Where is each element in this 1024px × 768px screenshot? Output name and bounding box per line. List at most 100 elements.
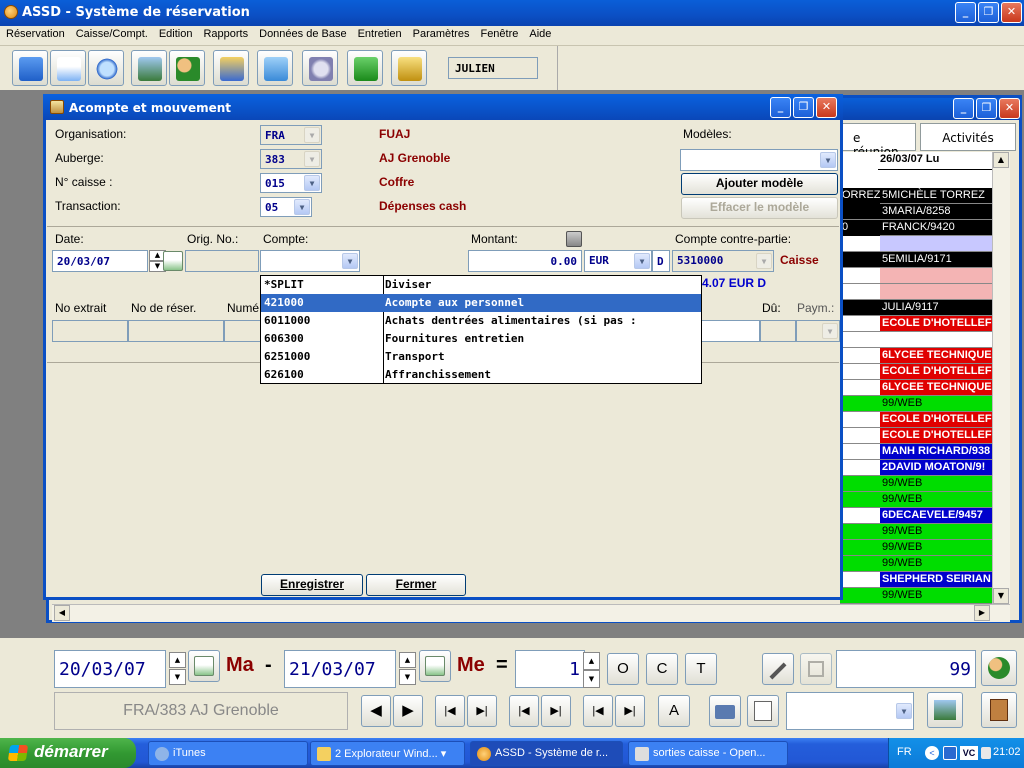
grid-booking-cell[interactable]: 99/WEB: [880, 524, 992, 540]
dropdown-option[interactable]: 606300 Fournitures entretien: [261, 330, 701, 348]
grid-left-cell[interactable]: [840, 236, 880, 252]
tab-reunion[interactable]: e réunion: [842, 123, 916, 159]
scroll-up-arrow[interactable]: ▲: [993, 152, 1009, 168]
date-from-spin-up[interactable]: ▲: [169, 652, 186, 668]
grid-booking-cell[interactable]: [880, 332, 992, 348]
building-button[interactable]: [927, 692, 963, 728]
menu-fenetre[interactable]: Fenêtre: [474, 26, 523, 40]
grid-booking-cell[interactable]: 99/WEB: [880, 492, 992, 508]
compte-combo[interactable]: ▼: [260, 250, 360, 272]
grid-booking-cell[interactable]: 99/WEB: [880, 476, 992, 492]
dropdown-option[interactable]: 6251000 Transport: [261, 348, 701, 366]
dropdown-option[interactable]: 626100 Affranchissement: [261, 366, 701, 384]
date-from-spin-down[interactable]: ▼: [169, 669, 186, 685]
chevron-down-icon[interactable]: ▼: [820, 152, 836, 168]
grid-booking-cell[interactable]: 99/WEB: [880, 396, 992, 412]
grid-booking-cell[interactable]: 6LYCEE TECHNIQUE: [880, 380, 992, 396]
last-h-button[interactable]: ▶|: [467, 695, 497, 727]
grid-left-cell[interactable]: [840, 412, 880, 428]
montant-input[interactable]: 0.00: [468, 250, 582, 272]
grid-left-cell[interactable]: [840, 572, 880, 588]
toolbar-key-button[interactable]: [391, 50, 427, 86]
grid-left-cell[interactable]: [840, 364, 880, 380]
toolbar-calendar-button[interactable]: [50, 50, 86, 86]
minimize-button[interactable]: _: [955, 2, 976, 23]
grid-left-cell[interactable]: [840, 444, 880, 460]
volume-icon[interactable]: [981, 747, 991, 759]
date-to-calendar-button[interactable]: [419, 650, 451, 682]
dialog-close-button[interactable]: ✕: [816, 97, 837, 118]
grid-left-cell[interactable]: [840, 204, 880, 220]
save-button[interactable]: [800, 653, 832, 685]
date-from-calendar-button[interactable]: [188, 650, 220, 682]
chevron-down-icon[interactable]: ▼: [342, 253, 358, 269]
tray-chevron-icon[interactable]: <: [925, 746, 939, 760]
nights-spin-down[interactable]: ▼: [583, 670, 600, 688]
debit-credit-field[interactable]: D: [652, 250, 670, 272]
menu-reservation[interactable]: Réservation: [0, 26, 70, 40]
grid-booking-cell[interactable]: 2DAVID MOATON/9!: [880, 460, 992, 476]
scroll-left-arrow[interactable]: ◀: [54, 605, 70, 621]
grid-booking-cell[interactable]: ECOLE D'HOTELLEF: [880, 428, 992, 444]
horizontal-scrollbar[interactable]: ◀ ▶: [52, 604, 1010, 622]
grid-booking-cell[interactable]: 6LYCEE TECHNIQUE: [880, 348, 992, 364]
compte-dropdown-list[interactable]: *SPLIT Diviser 421000 Acompte aux personnel…: [260, 275, 702, 384]
grid-booking-cell[interactable]: MANH RICHARD/938: [880, 444, 992, 460]
grid-booking-cell[interactable]: 6DECAEVELE/9457: [880, 508, 992, 524]
menu-edition[interactable]: Edition: [153, 26, 198, 40]
date-to-spin-up[interactable]: ▲: [399, 652, 416, 668]
grid-left-cell[interactable]: [840, 252, 880, 268]
grid-left-cell[interactable]: [840, 524, 880, 540]
grid-booking-cell[interactable]: [880, 268, 992, 284]
grid-booking-cell[interactable]: 99/WEB: [880, 540, 992, 556]
bg-close-button[interactable]: ✕: [999, 98, 1020, 119]
grid-booking-cell[interactable]: JULIA/9117: [880, 300, 992, 316]
date-to-input[interactable]: 21/03/07: [284, 650, 396, 688]
grid-booking-cell[interactable]: FRANCK/9420: [880, 220, 992, 236]
chevron-down-icon[interactable]: ▼: [304, 175, 320, 191]
calculator-icon[interactable]: [566, 231, 582, 247]
menu-caisse[interactable]: Caisse/Compt.: [70, 26, 153, 40]
first-y-button[interactable]: |◀: [583, 695, 613, 727]
toolbar-people-button[interactable]: [169, 50, 205, 86]
a-button[interactable]: A: [658, 695, 690, 727]
maximize-button[interactable]: ❐: [978, 2, 999, 23]
menu-rapports[interactable]: Rapports: [197, 26, 253, 40]
ajouter-modele-button[interactable]: Ajouter modèle: [681, 173, 838, 195]
grid-booking-cell[interactable]: 3MARIA/8258: [880, 204, 992, 220]
grid-left-cell[interactable]: [840, 332, 880, 348]
chevron-down-icon[interactable]: ▼: [294, 199, 310, 215]
grid-left-cell[interactable]: [840, 588, 880, 604]
task-itunes[interactable]: iTunes: [148, 741, 308, 766]
preview-button[interactable]: [747, 695, 779, 727]
app-title-bar[interactable]: ASSD - Système de réservation _ ❐ ✕: [0, 0, 1024, 26]
planning-grid[interactable]: 26/03/07 Lu 5MICHÈLE TORREZ 3MARIA/8258 FRA…: [840, 152, 992, 604]
task-assd[interactable]: ASSD - Système de r...: [470, 741, 623, 766]
grid-left-cell[interactable]: [840, 540, 880, 556]
grid-left-cell[interactable]: [840, 396, 880, 412]
effacer-modele-button[interactable]: Effacer le modèle: [681, 197, 838, 219]
grid-booking-cell[interactable]: 99/WEB: [880, 588, 992, 604]
currency-combo[interactable]: EUR ▼: [584, 250, 652, 272]
scroll-down-arrow[interactable]: ▼: [993, 588, 1009, 604]
dialog-maximize-button[interactable]: ❐: [793, 97, 814, 118]
grid-booking-cell[interactable]: 5EMILIA/9171: [880, 252, 992, 268]
print-button[interactable]: [709, 695, 741, 727]
grid-booking-cell[interactable]: [880, 236, 992, 252]
start-button[interactable]: démarrer: [0, 738, 136, 768]
grid-left-cell[interactable]: [840, 316, 880, 332]
caisse-combo[interactable]: 015 ▼: [260, 173, 322, 193]
grid-left-cell[interactable]: [840, 556, 880, 572]
amount-row-input[interactable]: [700, 320, 760, 342]
vertical-scrollbar[interactable]: ▲ ▼: [992, 152, 1010, 606]
first-m-button[interactable]: |◀: [509, 695, 539, 727]
chevron-down-icon[interactable]: ▼: [634, 253, 650, 269]
grid-left-cell[interactable]: [840, 476, 880, 492]
modeles-combo[interactable]: ▼: [680, 149, 838, 171]
next-button[interactable]: ▶: [393, 695, 423, 727]
grid-left-cell[interactable]: [840, 380, 880, 396]
fermer-button[interactable]: Fermer: [366, 574, 466, 596]
tab-activites[interactable]: Activités: [920, 123, 1016, 151]
toolbar-building-button[interactable]: [131, 50, 167, 86]
date-from-input[interactable]: 20/03/07: [54, 650, 166, 688]
